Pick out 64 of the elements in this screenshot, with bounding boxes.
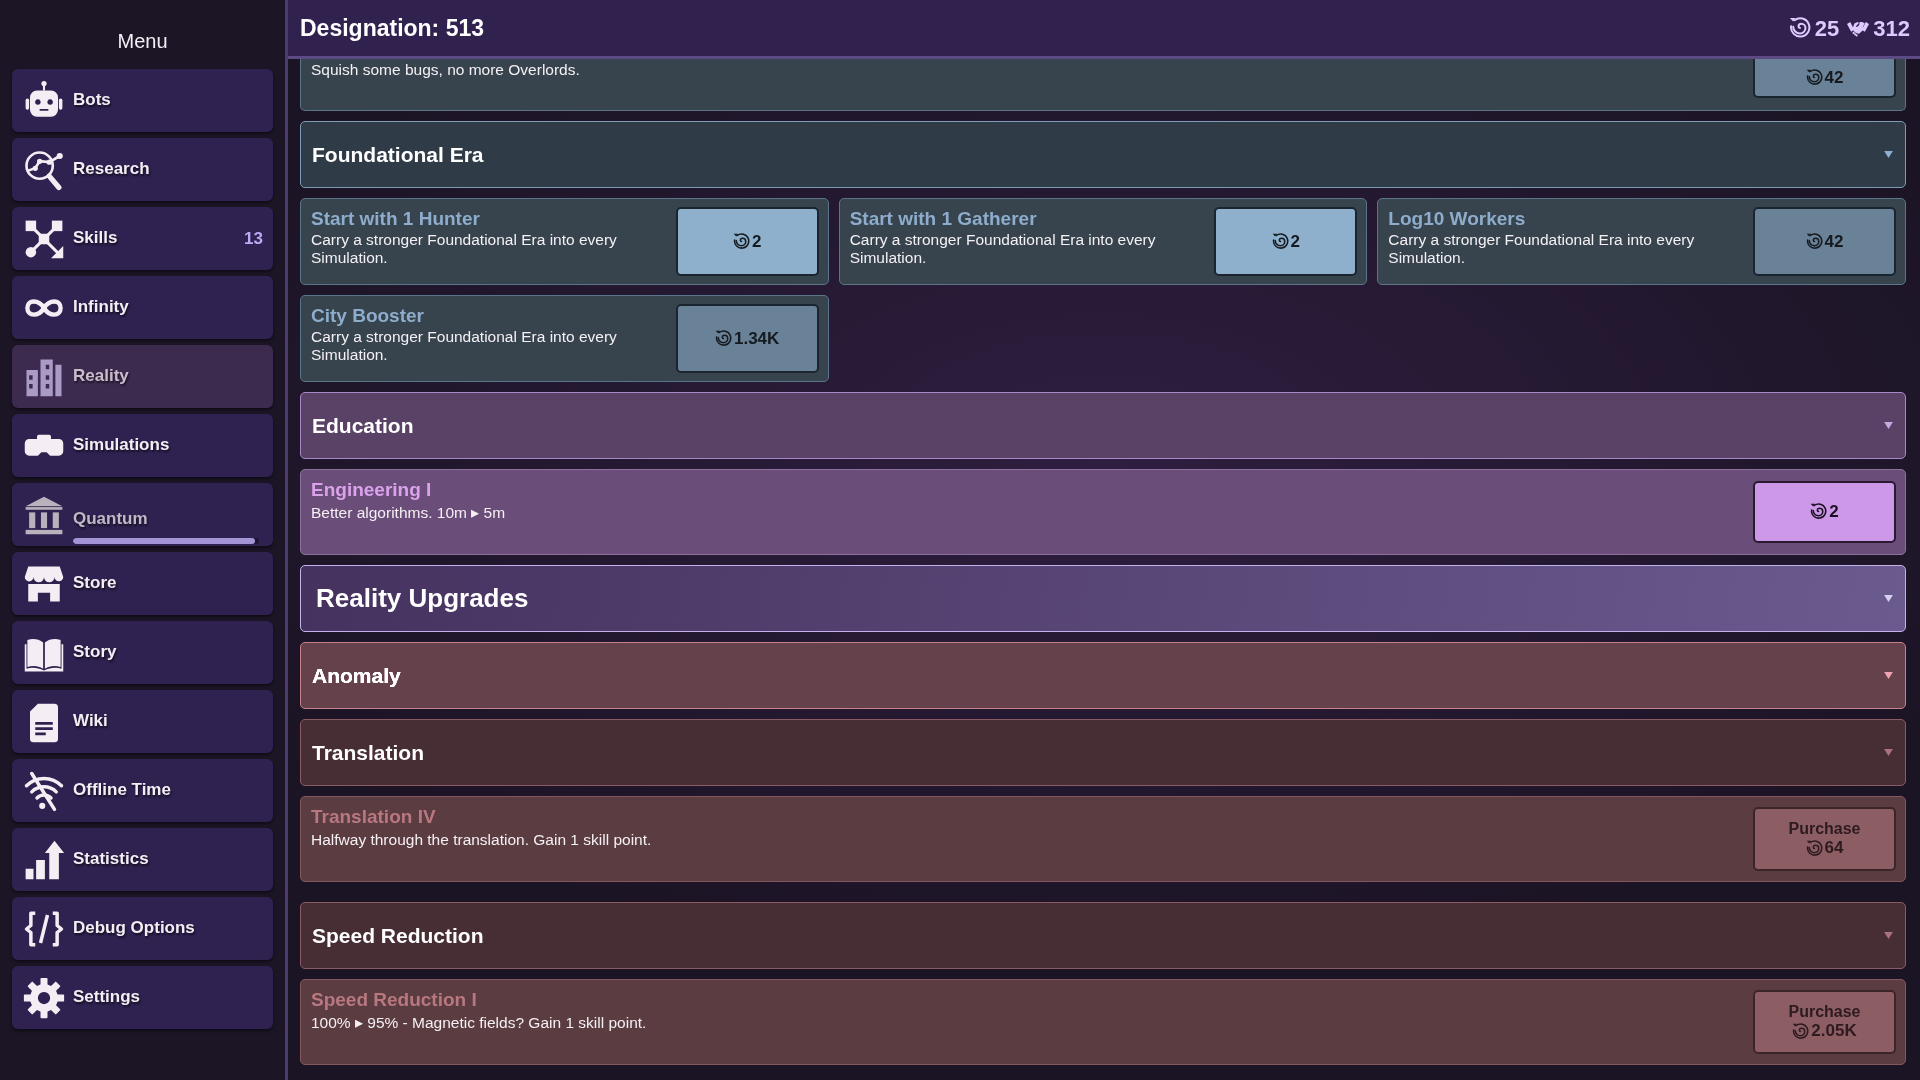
caret-icon	[1884, 422, 1893, 429]
section-header[interactable]: Speed Reduction	[300, 902, 1906, 969]
upgrade-title: City Booster	[311, 305, 425, 328]
caret-icon	[1884, 672, 1893, 679]
caret-icon	[1884, 932, 1893, 939]
spiral-icon	[1805, 839, 1823, 857]
count-label: 13	[244, 227, 263, 250]
upgrade-description: Carry a stronger Foundational Era into every Simulation.	[1388, 230, 1696, 268]
spiral-icon	[1271, 233, 1289, 250]
sidebar-item[interactable]: Infinity	[12, 276, 273, 339]
sidebar-item[interactable]: Settings	[12, 966, 273, 1029]
settings-icon	[23, 976, 65, 1019]
buy-button[interactable]: 2	[675, 207, 819, 276]
caret-icon	[1884, 595, 1893, 602]
spiral-icon	[714, 330, 732, 347]
sidebar-item[interactable]: Bots	[12, 69, 273, 132]
sidebar-item[interactable]: Debug Options	[12, 897, 273, 960]
section-header[interactable]: Education	[300, 392, 1906, 459]
resource-amount: 312	[1873, 14, 1910, 43]
section-header[interactable]: Translation	[300, 719, 1906, 786]
sidebar-item[interactable]: Statistics	[12, 828, 273, 891]
sidebar-item[interactable]: Wiki	[12, 690, 273, 753]
sidebar-item[interactable]: Reality	[12, 345, 273, 408]
section-header[interactable]: Foundational Era	[300, 121, 1906, 188]
buy-button[interactable]: 2	[1214, 207, 1358, 276]
upgrade-title: Translation IV	[311, 806, 437, 829]
upgrade-title: Log10 Workers	[1388, 208, 1527, 231]
upgrade-description: Halfway through the translation. Gain 1 skill point.	[311, 830, 653, 850]
sidebar-item[interactable]: Research	[12, 138, 273, 201]
wifi-off-icon	[23, 769, 65, 812]
upgrade-title: Speed Reduction I	[311, 989, 478, 1012]
upgrade-description: Carry a stronger Foundational Era into every Simulation.	[849, 230, 1157, 268]
caret-icon	[1884, 151, 1893, 158]
spiral-icon	[1805, 69, 1823, 86]
sidebar-item[interactable]: Skills 13	[12, 207, 273, 270]
bar-chart-arrow-icon	[23, 838, 65, 881]
upgrade-description: 100% ▸ 95% - Magnetic fields? Gain 1 skill point.	[311, 1013, 648, 1033]
magnifier-chart-icon	[23, 148, 65, 191]
sidebar-item[interactable]: Simulations	[12, 414, 273, 477]
upgrade-title: Start with 1 Gatherer	[849, 208, 1038, 231]
buy-button[interactable]: 42	[1753, 59, 1896, 98]
buy-button[interactable]: 2	[1753, 481, 1896, 543]
menu-title: Menu	[117, 28, 168, 54]
spiral-icon	[1805, 233, 1823, 250]
upgrade-title: Start with 1 Hunter	[311, 208, 481, 231]
upgrade-description: Squish some bugs, no more Overlords.	[311, 61, 581, 80]
section-header[interactable]: Reality Upgrades	[300, 565, 1906, 632]
spiral-icon	[1792, 1022, 1810, 1040]
buy-button[interactable]: 42	[1753, 207, 1896, 276]
buy-button[interactable]: 1.34K	[675, 304, 819, 373]
spiral-icon	[1810, 503, 1828, 521]
resource-amount: 25	[1814, 14, 1840, 43]
upgrade-description: Better algorithms. 10m ▸ 5m	[311, 503, 507, 523]
page-title: Designation: 513	[300, 13, 485, 43]
spiral-icon	[732, 233, 750, 250]
upgrade-title: Engineering I	[311, 479, 433, 502]
section-header[interactable]: Anomaly	[300, 642, 1906, 709]
upgrade-description: Carry a stronger Foundational Era into every Simulation.	[311, 327, 618, 365]
sidebar-item[interactable]: Offline Time	[12, 759, 273, 822]
sidebar-item[interactable]: Story	[12, 621, 273, 684]
caret-icon	[1884, 749, 1893, 756]
spiral-icon	[1788, 17, 1811, 39]
upgrade-description: Carry a stronger Foundational Era into every Simulation.	[311, 230, 618, 268]
sidebar-item[interactable]: Store	[12, 552, 273, 615]
